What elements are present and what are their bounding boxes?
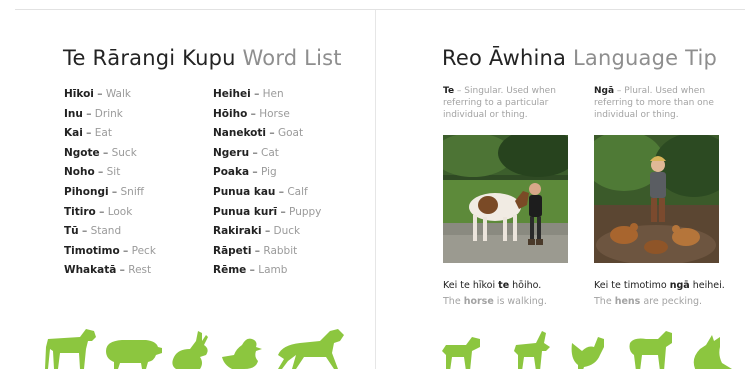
word-item: Inu – Drink — [64, 107, 123, 120]
word-item: Poaka – Pig — [213, 166, 277, 179]
caption-hens: Kei te timotimo ngā heihei. The hens are… — [594, 278, 725, 310]
tip-singular: Te – Singular. Used when referring to a … — [443, 86, 556, 120]
word-item: Punua kurī – Puppy — [213, 205, 322, 218]
word-item: Whakatā – Rest — [64, 264, 152, 277]
word-item: Punua kau – Calf — [213, 185, 308, 198]
title-english: Word List — [242, 46, 342, 70]
word-item: Ngote – Suck — [64, 146, 137, 159]
title-english: Language Tip — [573, 46, 718, 70]
word-item: Hīkoi – Walk — [64, 88, 131, 100]
word-column-2: Heihei – Hen Hōiho – Horse Nanekoti – Go… — [213, 85, 321, 281]
caption-english: The hens are pecking. — [594, 296, 703, 307]
horse-icon — [278, 329, 344, 369]
duck-icon — [222, 338, 262, 369]
language-tip-page: Reo Āwhina Language Tip Te – Singular. U… — [375, 10, 747, 369]
caption-maori: Kei te timotimo ngā heihei. — [594, 280, 725, 291]
rabbit-icon — [172, 331, 208, 369]
cat-icon — [693, 335, 732, 369]
word-item: Timotimo – Peck — [64, 244, 156, 257]
word-item: Kai – Eat — [64, 127, 112, 140]
caption-english: The horse is walking. — [443, 296, 547, 307]
goat-icon — [514, 331, 550, 369]
word-list-title: Te Rārangi Kupu Word List — [63, 46, 342, 70]
word-item: Tū – Stand — [64, 225, 122, 238]
puppy-icon — [442, 337, 480, 369]
word-item: Hōiho – Horse — [213, 107, 290, 120]
word-item: Titiro – Look — [64, 205, 133, 218]
word-item: Rakiraki – Duck — [213, 225, 301, 238]
word-item: Heihei – Hen — [213, 88, 284, 100]
calf-icon — [45, 329, 96, 369]
language-tip-title: Reo Āwhina Language Tip — [442, 46, 717, 70]
word-item: Rāpeti – Rabbit — [213, 244, 298, 257]
tip-plural: Ngā – Plural. Used when referring to mor… — [594, 86, 714, 120]
word-item: Rēme – Lamb — [213, 264, 288, 277]
child-with-horse-photo — [443, 135, 568, 263]
hen-icon — [571, 337, 604, 369]
caption-horse: Kei te hīkoi te hōiho. The horse is walk… — [443, 278, 547, 310]
word-item: Ngeru – Cat — [213, 146, 279, 159]
word-list-page: Te Rārangi Kupu Word List Hīkoi – Walk I… — [0, 10, 372, 369]
lamb-icon — [629, 331, 672, 369]
child-with-hens-photo — [594, 135, 719, 263]
word-item: Pihongi – Sniff — [64, 185, 144, 198]
title-maori: Reo Āwhina — [442, 46, 567, 70]
word-column-1: Hīkoi – Walk Inu – Drink Kai – Eat Ngote… — [64, 85, 156, 281]
word-item: Nanekoti – Goat — [213, 127, 304, 140]
animal-silhouettes-right — [442, 331, 732, 369]
title-maori: Te Rārangi Kupu — [63, 46, 236, 70]
word-item: Noho – Sit — [64, 166, 121, 179]
animal-silhouettes-left — [45, 329, 344, 369]
caption-maori: Kei te hīkoi te hōiho. — [443, 280, 542, 291]
pig-icon — [106, 340, 162, 369]
